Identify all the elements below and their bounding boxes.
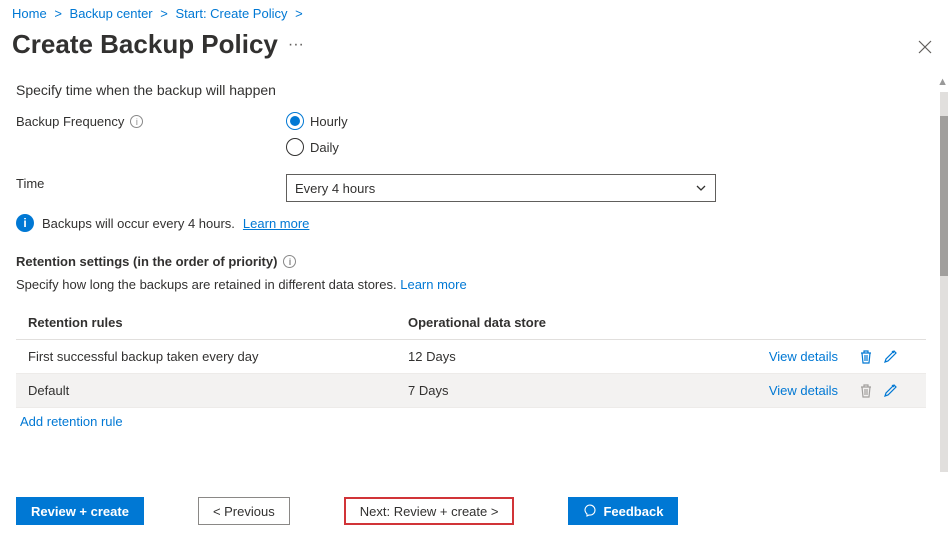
radio-label-daily: Daily bbox=[310, 140, 339, 155]
time-select-value: Every 4 hours bbox=[295, 181, 375, 196]
review-create-button[interactable]: Review + create bbox=[16, 497, 144, 525]
time-select[interactable]: Every 4 hours bbox=[286, 174, 716, 202]
main-content: Specify time when the backup will happen… bbox=[0, 82, 950, 429]
view-details-link[interactable]: View details bbox=[769, 383, 838, 398]
backup-frequency-label: Backup Frequency bbox=[16, 114, 124, 129]
chevron-down-icon bbox=[695, 182, 707, 194]
chevron-right-icon: > bbox=[54, 6, 62, 21]
retention-learn-more-link[interactable]: Learn more bbox=[400, 277, 466, 292]
rule-name: First successful backup taken every day bbox=[28, 349, 408, 364]
footer: Review + create < Previous Next: Review … bbox=[16, 497, 678, 525]
previous-button[interactable]: < Previous bbox=[198, 497, 290, 525]
feedback-label: Feedback bbox=[603, 504, 663, 519]
col-header-store: Operational data store bbox=[408, 315, 658, 330]
next-review-create-button[interactable]: Next: Review + create > bbox=[344, 497, 515, 525]
feedback-icon bbox=[583, 504, 597, 518]
edit-icon[interactable] bbox=[883, 349, 898, 365]
backup-frequency-hourly[interactable]: Hourly bbox=[286, 112, 348, 130]
rule-store: 12 Days bbox=[408, 349, 658, 364]
table-row: First successful backup taken every day … bbox=[16, 340, 926, 374]
chevron-right-icon: > bbox=[295, 6, 303, 21]
retention-title: Retention settings (in the order of prio… bbox=[16, 254, 277, 269]
breadcrumb-start-create-policy[interactable]: Start: Create Policy bbox=[175, 6, 287, 21]
radio-label-hourly: Hourly bbox=[310, 114, 348, 129]
info-learn-more-link[interactable]: Learn more bbox=[243, 216, 309, 231]
schedule-subheader: Specify time when the backup will happen bbox=[16, 82, 934, 98]
edit-icon[interactable] bbox=[883, 383, 898, 399]
info-badge-icon: i bbox=[16, 214, 34, 232]
backup-frequency-row: Backup Frequency i Hourly Daily bbox=[16, 112, 934, 156]
breadcrumb-home[interactable]: Home bbox=[12, 6, 47, 21]
delete-icon[interactable] bbox=[859, 349, 873, 365]
backup-frequency-daily[interactable]: Daily bbox=[286, 138, 348, 156]
time-label: Time bbox=[16, 176, 44, 191]
close-icon[interactable] bbox=[918, 36, 932, 54]
rule-name: Default bbox=[28, 383, 408, 398]
table-row: Default 7 Days View details bbox=[16, 374, 926, 408]
col-header-rules: Retention rules bbox=[28, 315, 408, 330]
chevron-right-icon: > bbox=[160, 6, 168, 21]
feedback-button[interactable]: Feedback bbox=[568, 497, 678, 525]
delete-icon bbox=[859, 383, 873, 399]
info-icon[interactable]: i bbox=[130, 115, 143, 128]
info-banner-text: Backups will occur every 4 hours. bbox=[42, 216, 235, 231]
time-row: Time Every 4 hours bbox=[16, 174, 934, 202]
more-actions-icon[interactable]: ··· bbox=[288, 36, 304, 54]
info-icon[interactable]: i bbox=[283, 255, 296, 268]
retention-table: Retention rules Operational data store F… bbox=[16, 306, 926, 408]
radio-selected-icon bbox=[286, 112, 304, 130]
breadcrumb: Home > Backup center > Start: Create Pol… bbox=[0, 0, 950, 27]
radio-unselected-icon bbox=[286, 138, 304, 156]
retention-subtitle: Specify how long the backups are retaine… bbox=[16, 277, 934, 292]
breadcrumb-backup-center[interactable]: Backup center bbox=[70, 6, 153, 21]
info-banner: i Backups will occur every 4 hours. Lear… bbox=[16, 214, 934, 232]
page-title: Create Backup Policy bbox=[12, 29, 278, 60]
page-header: Create Backup Policy ··· bbox=[0, 27, 950, 74]
rule-store: 7 Days bbox=[408, 383, 658, 398]
view-details-link[interactable]: View details bbox=[769, 349, 838, 364]
add-retention-rule-link[interactable]: Add retention rule bbox=[20, 414, 123, 429]
